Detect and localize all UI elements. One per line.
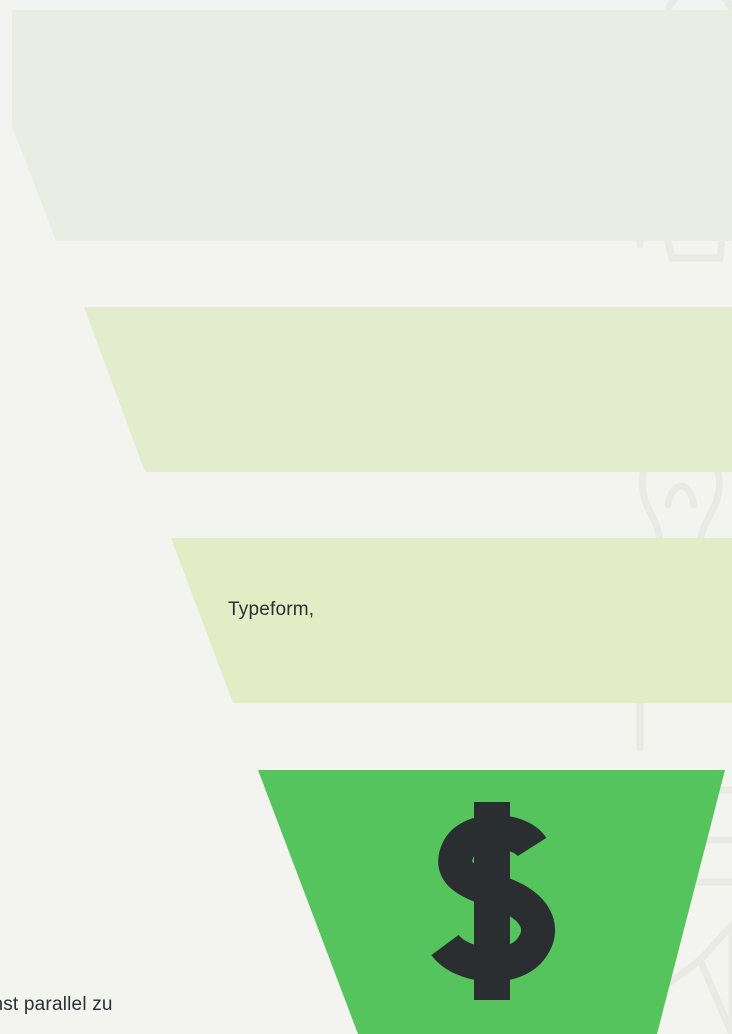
text-fragment-line-2: ächst parallel zu [0, 994, 113, 1015]
funnel-infographic: Typeform, n, ächst parallel zu [0, 0, 732, 1034]
text-fragment-typeform: Typeform, [228, 599, 315, 620]
funnel-stage-2 [84, 307, 732, 472]
funnel-stage-1 [12, 10, 732, 241]
background-canvas [0, 0, 732, 1034]
